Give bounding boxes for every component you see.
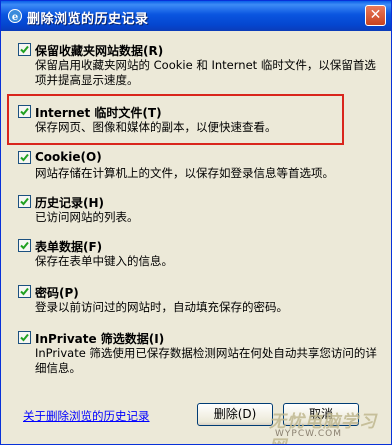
option-description: 网站存储在计算机上的文件，以保存如登录信息等首选项。: [35, 166, 334, 180]
delete-history-dialog: e 删除浏览的历史记录 ✕ 保留收藏夹网站数据(R) 保留启用收藏夹网站的 Co…: [0, 0, 392, 445]
checkmark-icon: [20, 333, 29, 342]
password-checkbox[interactable]: [18, 285, 31, 298]
checkmark-icon: [20, 45, 29, 54]
about-delete-history-link[interactable]: 关于删除浏览的历史记录: [23, 408, 150, 424]
checkmark-icon: [20, 287, 29, 296]
svg-text:e: e: [12, 12, 18, 23]
ie-icon: e: [8, 9, 22, 23]
close-button[interactable]: ✕: [365, 5, 386, 26]
option-label: 保留收藏夹网站数据(R): [35, 44, 164, 58]
option-label: 表单数据(F): [35, 240, 103, 254]
watermark: 无忧电脑学习网 WYPCW.COM: [269, 405, 389, 444]
watermark-url: WYPCW.COM: [275, 429, 342, 439]
history-checkbox[interactable]: [18, 195, 31, 208]
cookie-checkbox[interactable]: [18, 151, 31, 164]
delete-button[interactable]: 删除(D): [197, 403, 273, 426]
highlight-box: [7, 94, 344, 145]
favorites-checkbox[interactable]: [18, 43, 31, 56]
option-description: 已访问网站的列表。: [35, 210, 139, 224]
option-label: Cookie(O): [35, 150, 102, 164]
checkmark-icon: [20, 241, 29, 250]
option-label: 历史记录(H): [35, 196, 105, 210]
option-label: InPrivate 筛选数据(I): [35, 332, 165, 346]
option-label: 密码(P): [35, 286, 79, 300]
option-description: InPrivate 筛选使用已保存数据检测网站在何处自动共享您访问的详细信息。: [35, 346, 377, 375]
watermark-text: 无忧电脑学习网: [269, 412, 377, 444]
close-icon: ✕: [369, 7, 382, 23]
dialog-title: 删除浏览的历史记录: [27, 12, 149, 27]
option-description: 登录以前访问过的网站时，自动填充保存的密码。: [35, 300, 288, 314]
option-description: 保留启用收藏夹网站的 Cookie 和 Internet 临时文件，以保留首选项…: [35, 58, 376, 87]
form-data-checkbox[interactable]: [18, 239, 31, 252]
checkmark-icon: [20, 197, 29, 206]
checkmark-icon: [20, 153, 29, 162]
option-description: 保存在表单中键入的信息。: [35, 254, 173, 268]
inprivate-checkbox[interactable]: [18, 331, 31, 344]
title-bar[interactable]: e 删除浏览的历史记录 ✕: [1, 1, 391, 31]
